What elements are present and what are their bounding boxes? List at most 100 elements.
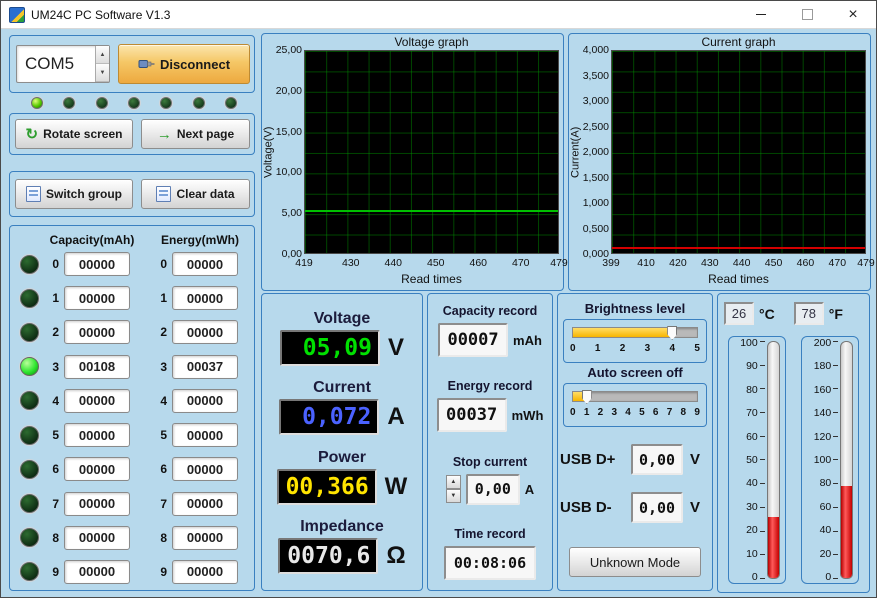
current-graph-title: Current graph	[611, 35, 866, 49]
energy-value: 00000	[172, 320, 238, 344]
close-button[interactable]: ×	[830, 1, 876, 28]
group-row: 100000100000	[10, 286, 254, 310]
fahrenheit-fill	[841, 486, 852, 578]
group-index: 8	[155, 531, 167, 545]
brightness-slider[interactable]: 012345	[563, 319, 707, 363]
voltage-graph-panel: Voltage graph Voltage(V) 25,0020,0015,00…	[261, 33, 564, 291]
autoscreen-track[interactable]	[572, 391, 698, 402]
spinner-up-icon[interactable]: ▲	[96, 46, 109, 64]
stop-current-label: Stop current	[432, 455, 548, 469]
stepper-up-icon[interactable]: ▲	[446, 475, 461, 489]
next-page-button[interactable]: → Next page	[141, 119, 250, 149]
group-select-led[interactable]	[20, 426, 39, 445]
celsius-tube	[767, 341, 780, 579]
auto-screen-label: Auto screen off	[587, 365, 682, 380]
app-icon	[9, 7, 25, 23]
current-label: Current	[268, 379, 416, 397]
capacity-value: 00000	[64, 560, 130, 584]
minimize-icon	[756, 14, 766, 15]
rotate-screen-label: Rotate screen	[43, 127, 122, 141]
mode-button[interactable]: Unknown Mode	[569, 547, 701, 577]
group-rows: 0000000000001000001000002000002000003001…	[10, 252, 254, 584]
group-index: 2	[47, 325, 59, 339]
disconnect-label: Disconnect	[160, 57, 230, 72]
impedance-label: Impedance	[268, 518, 416, 536]
group-index: 5	[47, 428, 59, 442]
com-port-select[interactable]: COM5 ▲ ▼	[16, 45, 110, 83]
group-row: 300108300037	[10, 355, 254, 379]
celsius-ticks	[760, 341, 765, 579]
group-index: 1	[155, 291, 167, 305]
group-select-led[interactable]	[20, 255, 39, 274]
capacity-record-label: Capacity record	[432, 304, 548, 318]
group-index: 9	[47, 565, 59, 579]
plug-icon	[138, 57, 155, 71]
group-index: 3	[155, 360, 167, 374]
stop-current-input[interactable]: 0,00	[466, 474, 520, 505]
maximize-button[interactable]	[784, 1, 830, 28]
group-select-led[interactable]	[20, 494, 39, 513]
group-row: 000000000000	[10, 252, 254, 276]
celsius-fill	[768, 517, 779, 578]
autoscreen-slider[interactable]: 0123456789	[563, 383, 707, 427]
energy-value: 00000	[172, 560, 238, 584]
group-select-led[interactable]	[20, 323, 39, 342]
nav-panel: ↻ Rotate screen → Next page	[9, 113, 255, 155]
brightness-label: Brightness level	[585, 301, 685, 316]
celsius-reading: 26	[724, 302, 754, 325]
group-index: 1	[47, 291, 59, 305]
switch-group-button[interactable]: Switch group	[15, 179, 133, 209]
voltage-label: Voltage	[268, 310, 416, 328]
spinner-down-icon[interactable]: ▼	[96, 64, 109, 82]
disconnect-button[interactable]: Disconnect	[118, 44, 250, 84]
energy-value: 00000	[172, 252, 238, 276]
group-select-led[interactable]	[20, 562, 39, 581]
capacity-value: 00000	[64, 457, 130, 481]
settings-panel: Brightness level 012345 Auto screen off …	[557, 293, 713, 591]
minimize-button[interactable]	[738, 1, 784, 28]
current-graph-xlabel: Read times	[611, 272, 866, 286]
window-controls: ×	[738, 1, 876, 28]
stepper-down-icon[interactable]: ▼	[446, 489, 461, 503]
usb-dplus-row: USB D+ 0,00 V	[560, 444, 710, 475]
app-window: UM24C PC Software V1.3 × COM5 ▲ ▼	[0, 0, 877, 598]
impedance-unit: Ω	[386, 542, 405, 570]
com-port-spinner[interactable]: ▲ ▼	[95, 46, 109, 82]
rotate-icon: ↻	[26, 127, 39, 142]
switch-group-icon	[26, 186, 41, 202]
celsius-unit: °C	[759, 306, 775, 322]
group-index: 6	[47, 462, 59, 476]
voltage-graph-plot	[304, 50, 559, 254]
rotate-screen-button[interactable]: ↻ Rotate screen	[15, 119, 133, 149]
next-arrow-icon: →	[157, 127, 172, 142]
brightness-thumb[interactable]	[667, 326, 677, 340]
voltage-readout: Voltage 05,09 V	[268, 310, 416, 366]
group-row: 400000400000	[10, 389, 254, 413]
brightness-track[interactable]	[572, 327, 698, 338]
group-index: 3	[47, 360, 59, 374]
group-select-led[interactable]	[20, 391, 39, 410]
celsius-scale: 1009080706050403020100	[734, 337, 760, 583]
clear-data-button[interactable]: Clear data	[141, 179, 250, 209]
power-readout: Power 00,366 W	[268, 449, 416, 505]
energy-record: Energy record 00037 mWh	[432, 379, 548, 432]
usb-dplus-display: 0,00	[631, 444, 683, 475]
switch-group-label: Switch group	[46, 187, 122, 201]
energy-record-display: 00037	[437, 398, 507, 432]
group-select-led[interactable]	[20, 357, 39, 376]
capacity-record-display: 00007	[438, 323, 508, 357]
com-port-value: COM5	[17, 54, 95, 74]
group-select-led[interactable]	[20, 289, 39, 308]
stop-current-stepper[interactable]: ▲ ▼	[446, 475, 461, 503]
current-data-line	[612, 247, 865, 249]
capacity-value: 00000	[64, 423, 130, 447]
usb-dminus-row: USB D- 0,00 V	[560, 492, 710, 523]
group-select-led[interactable]	[20, 460, 39, 479]
autoscreen-thumb[interactable]	[582, 390, 592, 404]
group-row: 500000500000	[10, 423, 254, 447]
group-select-led[interactable]	[20, 528, 39, 547]
capacity-value: 00108	[64, 355, 130, 379]
current-graph-xticks: 399410420430440450460470479	[611, 257, 866, 269]
fahrenheit-ticks	[833, 341, 838, 579]
usb-dplus-unit: V	[690, 451, 700, 468]
